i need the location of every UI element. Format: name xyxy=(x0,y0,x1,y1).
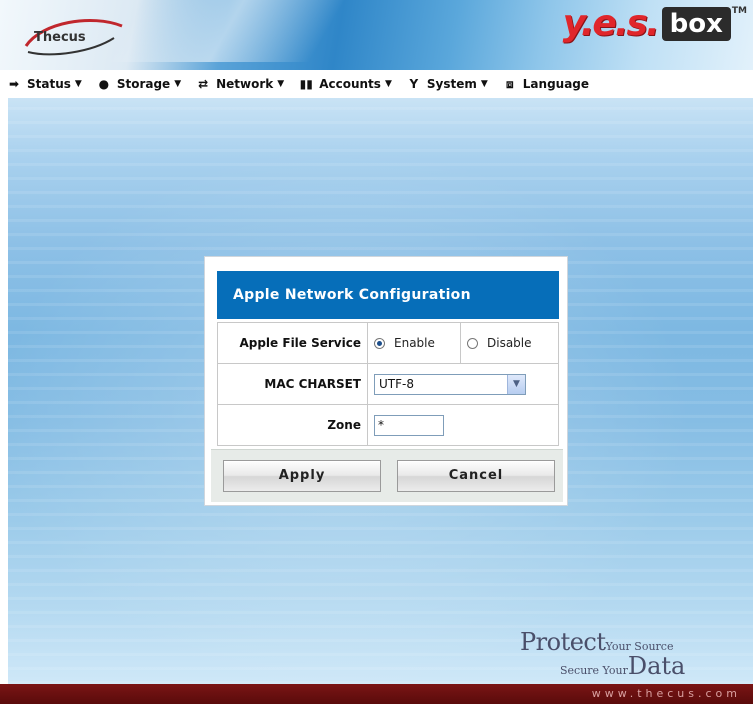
box-logo-text: box xyxy=(661,7,731,41)
tagline-line2: Secure YourData xyxy=(560,652,685,680)
menu-status[interactable]: ➡ Status ▼ xyxy=(6,77,82,91)
disable-radio[interactable] xyxy=(467,337,478,349)
table-row: MAC CHARSET UTF-8 ▼ xyxy=(217,363,559,405)
storage-icon: ● xyxy=(98,77,110,91)
language-icon: ⧈ xyxy=(505,76,514,91)
disable-cell: Disable xyxy=(460,322,559,364)
settings-table: Apple File Service Enable Disable MAC CH… xyxy=(217,322,559,446)
apple-network-dialog: Apple Network Configuration Apple File S… xyxy=(204,256,568,506)
yesbox-logo: y.e.s. box TM xyxy=(563,4,747,44)
enable-label: Enable xyxy=(394,336,435,350)
main-menu-bar: ➡ Status ▼ ● Storage ▼ ⇄ Network ▼ ▮▮ Ac… xyxy=(0,70,753,98)
thecus-logo-text: Thecus xyxy=(34,30,86,45)
cancel-button[interactable]: Cancel xyxy=(397,460,555,492)
chevron-down-icon: ▼ xyxy=(277,79,285,89)
chevron-down-icon: ▼ xyxy=(74,79,82,89)
menu-status-label: Status xyxy=(27,77,71,91)
table-row: Apple File Service Enable Disable xyxy=(217,322,559,364)
afp-label: Apple File Service xyxy=(217,322,368,364)
tagline: ProtectYour Source Secure YourData xyxy=(520,628,740,680)
table-row: Zone xyxy=(217,404,559,446)
chevron-down-icon: ▼ xyxy=(480,79,488,89)
zone-label: Zone xyxy=(217,404,368,446)
disable-label: Disable xyxy=(487,336,532,350)
menu-system[interactable]: Y System ▼ xyxy=(406,77,488,91)
tagline-data: Data xyxy=(627,652,686,680)
trademark-text: TM xyxy=(731,6,747,16)
network-icon: ⇄ xyxy=(198,77,209,91)
enable-cell: Enable xyxy=(367,322,461,364)
enable-radio-option[interactable]: Enable xyxy=(374,336,454,350)
chevron-down-icon: ▼ xyxy=(174,79,182,89)
thecus-logo: Thecus xyxy=(22,10,132,60)
zone-input[interactable] xyxy=(374,414,444,436)
tagline-secure-your: Secure Your xyxy=(560,664,628,677)
menu-storage[interactable]: ● Storage ▼ xyxy=(96,77,182,91)
status-icon: ➡ xyxy=(8,77,20,91)
menu-accounts-label: Accounts xyxy=(319,77,381,91)
yes-logo-text: y.e.s. xyxy=(562,3,660,44)
chevron-down-icon[interactable]: ▼ xyxy=(507,374,525,394)
enable-radio[interactable] xyxy=(374,337,385,349)
system-icon: Y xyxy=(409,77,419,91)
menu-network[interactable]: ⇄ Network ▼ xyxy=(195,77,284,91)
chevron-down-icon: ▼ xyxy=(384,79,392,89)
header-banner: Thecus y.e.s. box TM xyxy=(0,0,753,70)
menu-network-label: Network xyxy=(216,77,274,91)
header-shine xyxy=(110,0,410,62)
dialog-title: Apple Network Configuration xyxy=(217,271,559,319)
zone-cell xyxy=(367,404,559,446)
menu-language-label: Language xyxy=(522,77,590,91)
charset-select[interactable]: UTF-8 ▼ xyxy=(374,373,526,395)
charset-value: UTF-8 xyxy=(379,377,414,391)
disable-radio-option[interactable]: Disable xyxy=(467,336,552,350)
charset-label: MAC CHARSET xyxy=(217,363,368,405)
accounts-icon: ▮▮ xyxy=(299,77,313,91)
menu-language[interactable]: ⧈ Language xyxy=(502,77,589,92)
menu-storage-label: Storage xyxy=(116,77,171,91)
footer-url: www.thecus.com xyxy=(591,687,741,700)
left-margin xyxy=(0,98,8,684)
button-bar: Apply Cancel xyxy=(211,449,563,502)
menu-accounts[interactable]: ▮▮ Accounts ▼ xyxy=(298,77,392,91)
charset-cell: UTF-8 ▼ xyxy=(367,363,559,405)
footer-bar: www.thecus.com xyxy=(0,684,753,704)
apply-button[interactable]: Apply xyxy=(223,460,381,492)
menu-system-label: System xyxy=(426,77,477,91)
